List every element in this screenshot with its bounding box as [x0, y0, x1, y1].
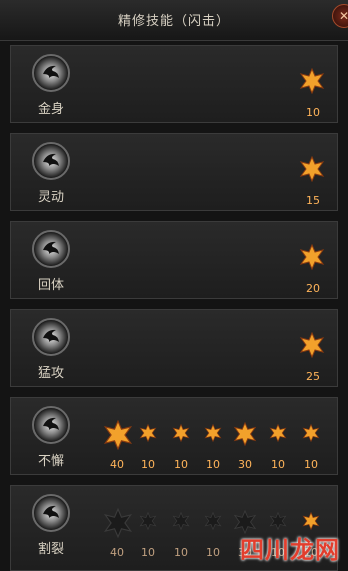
- star-icon-dim[interactable]: [103, 508, 133, 538]
- skill-card-buxie: 不懈 40 10 10 10 30 10 10: [10, 397, 338, 475]
- star-icon[interactable]: [172, 424, 190, 442]
- star-icon[interactable]: [299, 68, 325, 94]
- skill-name: 灵动: [37, 190, 64, 205]
- skill-name: 猛攻: [37, 366, 64, 381]
- star-icon[interactable]: [269, 424, 287, 442]
- skill-level: 25: [306, 370, 320, 383]
- skill-icon[interactable]: [32, 318, 70, 356]
- skill-icon[interactable]: [32, 230, 70, 268]
- star-icon[interactable]: [299, 244, 325, 270]
- skill-name: 回体: [37, 278, 64, 293]
- skill-level: 10: [304, 458, 318, 471]
- star-icon[interactable]: [302, 424, 320, 442]
- title-bar: 精修技能（闪击） ✕: [0, 0, 348, 41]
- watermark: 四川龙网: [240, 536, 340, 564]
- star-icon-dim[interactable]: [204, 512, 222, 530]
- star-icon[interactable]: [103, 420, 133, 450]
- skill-level: 15: [306, 194, 320, 207]
- skill-name: 割裂: [37, 542, 64, 557]
- star-icon[interactable]: [302, 512, 320, 530]
- skill-card-lingdong: 灵动 15: [10, 133, 338, 211]
- skill-card-jinshen: 金身 10: [10, 45, 338, 123]
- star-icon[interactable]: [204, 424, 222, 442]
- star-icon[interactable]: [139, 424, 157, 442]
- skill-level: 10: [306, 106, 320, 119]
- skill-name: 不懈: [37, 454, 64, 469]
- skill-icon[interactable]: [32, 406, 70, 444]
- skill-level: 20: [306, 282, 320, 295]
- star-icon-dim[interactable]: [172, 512, 190, 530]
- star-icon-dim[interactable]: [269, 512, 287, 530]
- skill-card-huiti: 回体 20: [10, 221, 338, 299]
- skill-panel: 精修技能（闪击） ✕ 金身 10 灵动 15 回体 20 猛攻 25 不懈 40…: [0, 0, 348, 571]
- star-icon[interactable]: [233, 422, 257, 446]
- skill-icon[interactable]: [32, 494, 70, 532]
- skill-icon[interactable]: [32, 142, 70, 180]
- skill-name: 金身: [37, 102, 64, 117]
- star-icon[interactable]: [299, 332, 325, 358]
- skill-card-menggong: 猛攻 25: [10, 309, 338, 387]
- skill-icon[interactable]: [32, 54, 70, 92]
- star-icon[interactable]: [299, 156, 325, 182]
- star-icon-dim[interactable]: [139, 512, 157, 530]
- window-title: 精修技能（闪击）: [117, 14, 230, 29]
